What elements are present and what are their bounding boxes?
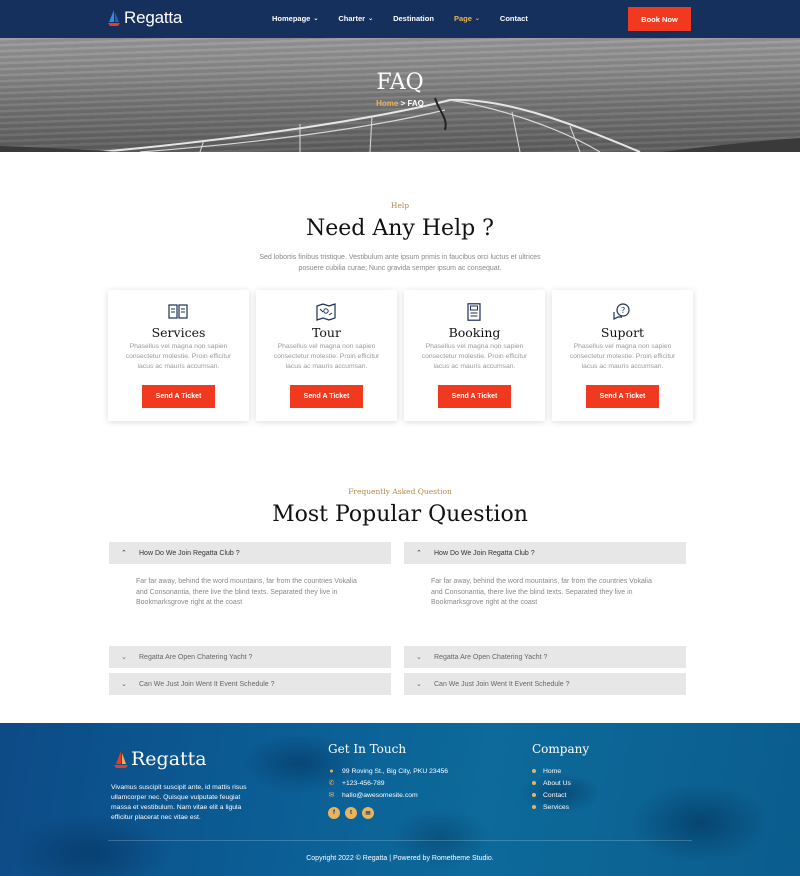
brand-logo[interactable]: Regatta	[108, 8, 182, 28]
faq-question-open[interactable]: ⌃ How Do We Join Regatta Club ?	[404, 542, 686, 564]
footer-email[interactable]: ✉ hallo@awesomesite.com	[328, 789, 448, 801]
footer-brand-logo[interactable]: Regatta	[114, 748, 207, 770]
menu-item-destination[interactable]: Destination	[393, 14, 434, 23]
footer-company-heading: Company	[532, 742, 590, 756]
footer-divider	[108, 840, 692, 841]
bullet-icon	[532, 769, 536, 773]
footer-address: ● 99 Roving St., Big City, PKU 23456	[329, 767, 449, 775]
chevron-down-icon: ⌄	[121, 654, 127, 661]
location-pin-icon: ●	[329, 767, 334, 775]
card-title: Services	[151, 325, 206, 340]
footer-copyright: Copyright 2022 © Regatta | Powered by Ro…	[306, 855, 494, 862]
boat-rail-image	[0, 97, 800, 152]
help-card-support: ? Suport Phasellus vel magna non sapien …	[552, 290, 693, 421]
send-ticket-button[interactable]: Send A Ticket	[586, 385, 659, 408]
brand-name: Regatta	[124, 8, 183, 27]
faq-question[interactable]: ⌄ Regatta Are Open Chatering Yacht ?	[404, 646, 686, 668]
breadcrumb: Home > FAQ	[0, 99, 800, 108]
faq-title: Most Popular Question	[272, 502, 528, 527]
faq-question-open[interactable]: ⌃ How Do We Join Regatta Club ?	[109, 542, 391, 564]
footer-about: Vivamus suscipit suscipit ante, id matti…	[111, 784, 247, 821]
email-icon[interactable]: ✉	[362, 807, 374, 819]
card-title: Tour	[312, 325, 341, 340]
map-icon	[316, 303, 336, 321]
faq-column-left: ⌃ How Do We Join Regatta Club ? Far far …	[109, 542, 391, 695]
menu-item-charter[interactable]: Charter ⌄	[338, 14, 373, 23]
envelope-icon: ✉	[328, 792, 335, 799]
book-now-button[interactable]: Book Now	[628, 7, 691, 31]
faq-eyebrow: Frequently Asked Question	[348, 487, 452, 496]
help-eyebrow: Help	[390, 201, 410, 210]
footer-link-home[interactable]: Home	[532, 765, 571, 777]
footer-contact-heading: Get In Touch	[328, 742, 407, 756]
footer-brand-name: Regatta	[131, 748, 207, 770]
chevron-down-icon: ⌄	[121, 681, 127, 688]
book-icon	[168, 304, 188, 319]
chevron-up-icon: ⌃	[121, 550, 127, 557]
footer-company-links: Home About Us Contact Services	[532, 765, 571, 813]
breadcrumb-separator: >	[400, 99, 406, 108]
card-text: Phasellus vel magna non sapien consectet…	[569, 343, 676, 370]
faq-answer: Far far away, behind the word mountains,…	[431, 578, 652, 606]
document-icon	[467, 303, 481, 321]
faq-question[interactable]: ⌄ Can We Just Join Went It Event Schedul…	[404, 673, 686, 695]
chevron-up-icon: ⌃	[416, 550, 422, 557]
send-ticket-button[interactable]: Send A Ticket	[438, 385, 511, 408]
chevron-down-icon: ⌄	[416, 681, 422, 688]
facebook-icon[interactable]: f	[328, 807, 340, 819]
faq-question[interactable]: ⌄ Regatta Are Open Chatering Yacht ?	[109, 646, 391, 668]
bullet-icon	[532, 805, 536, 809]
menu-item-page[interactable]: Page ⌄	[454, 14, 480, 23]
breadcrumb-home-link[interactable]: Home	[376, 99, 398, 108]
footer-social-icons: f t ✉	[328, 807, 374, 819]
footer-contact-list: ● 99 Roving St., Big City, PKU 23456 ✆ +12…	[328, 765, 448, 801]
chevron-down-icon: ⌄	[474, 16, 480, 22]
help-card-booking: Booking Phasellus vel magna non sapien c…	[404, 290, 545, 421]
help-subtitle: Sed lobortis finibus tristique. Vestibul…	[259, 254, 541, 272]
chevron-down-icon: ⌄	[368, 16, 374, 22]
send-ticket-button[interactable]: Send A Ticket	[290, 385, 363, 408]
bullet-icon	[532, 793, 536, 797]
faq-question[interactable]: ⌄ Can We Just Join Went It Event Schedul…	[109, 673, 391, 695]
help-title: Need Any Help ?	[306, 216, 494, 241]
faq-answer: Far far away, behind the word mountains,…	[136, 578, 357, 606]
send-ticket-button[interactable]: Send A Ticket	[142, 385, 215, 408]
phone-icon: ✆	[328, 780, 335, 787]
card-text: Phasellus vel magna non sapien consectet…	[273, 343, 380, 370]
breadcrumb-current: FAQ	[407, 99, 424, 108]
footer-phone[interactable]: ✆ +123-456-789	[328, 777, 448, 789]
footer-link-about[interactable]: About Us	[532, 777, 571, 789]
svg-text:?: ?	[621, 306, 625, 315]
card-title: Booking	[448, 325, 501, 340]
menu-item-contact[interactable]: Contact	[500, 14, 528, 23]
card-text: Phasellus vel magna non sapien consectet…	[125, 343, 232, 370]
sailboat-icon	[114, 751, 128, 768]
menu-item-homepage[interactable]: Homepage ⌄	[272, 14, 318, 23]
card-text: Phasellus vel magna non sapien consectet…	[421, 343, 528, 370]
card-title: Suport	[600, 325, 645, 340]
help-card-services: Services Phasellus vel magna non sapien …	[108, 290, 249, 421]
chevron-down-icon: ⌄	[313, 16, 319, 22]
site-footer: Regatta Vivamus suscipit suscipit ante, …	[0, 723, 800, 876]
page-title: FAQ	[376, 70, 424, 95]
twitter-icon[interactable]: t	[345, 807, 357, 819]
chat-question-icon: ?	[613, 303, 630, 320]
chevron-down-icon: ⌄	[416, 654, 422, 661]
help-cards: Services Phasellus vel magna non sapien …	[108, 290, 693, 421]
help-card-tour: Tour Phasellus vel magna non sapien cons…	[256, 290, 397, 421]
footer-link-services[interactable]: Services	[532, 801, 571, 813]
main-menu: Homepage ⌄ Charter ⌄ Destination Page ⌄ Con…	[272, 14, 548, 23]
footer-link-contact[interactable]: Contact	[532, 789, 571, 801]
top-navbar: Regatta Homepage ⌄ Charter ⌄ Destination P…	[0, 0, 800, 38]
sailboat-icon	[108, 10, 120, 26]
faq-column-right: ⌃ How Do We Join Regatta Club ? Far far …	[404, 542, 686, 695]
page-hero: FAQ Home > FAQ	[0, 38, 800, 152]
bullet-icon	[532, 781, 536, 785]
